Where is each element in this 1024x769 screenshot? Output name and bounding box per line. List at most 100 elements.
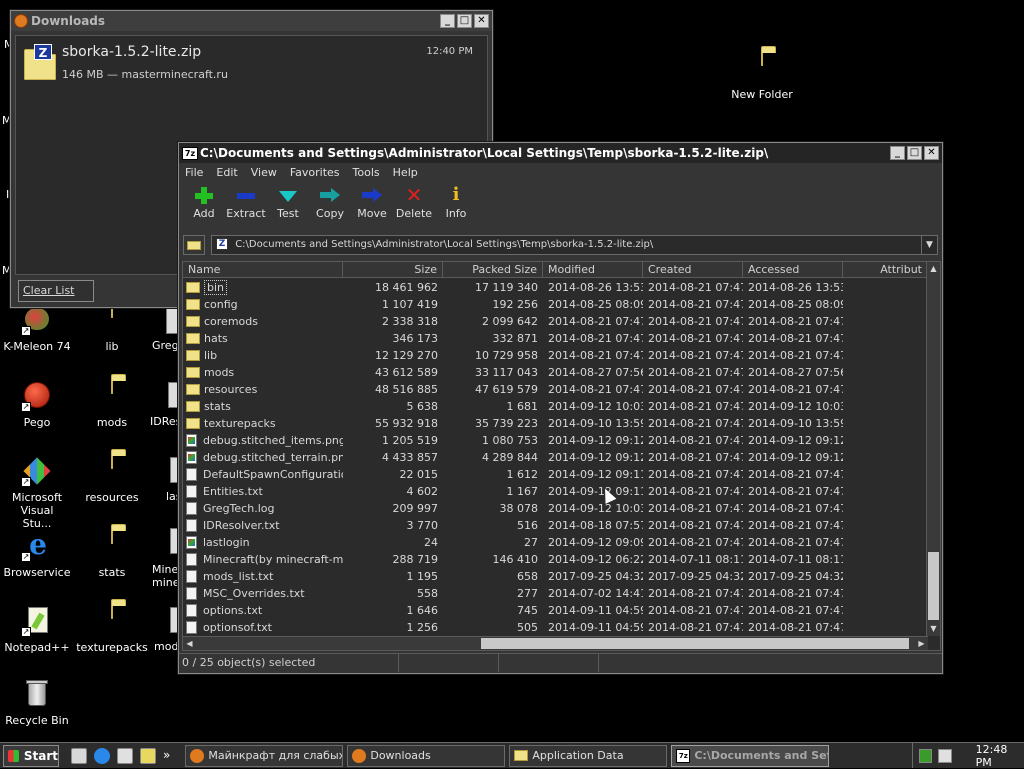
maximize-button[interactable]: □: [457, 14, 472, 28]
clear-list-button[interactable]: Clear List: [18, 280, 94, 302]
scrollbar-thumb[interactable]: [928, 552, 939, 620]
desktop-icon-new-folder[interactable]: New Folder: [725, 51, 799, 101]
task-button-browser[interactable]: Майнкрафт для слабых ...: [185, 744, 344, 767]
table-row[interactable]: options.txt 1 646 745 2014-09-11 04:59 2014-…: [183, 602, 928, 619]
table-row[interactable]: MSC_Overrides.txt 558 277 2014-07-02 14:41 2…: [183, 585, 928, 602]
close-button[interactable]: ✕: [474, 14, 489, 28]
menu-help[interactable]: Help: [393, 166, 418, 179]
table-row[interactable]: IDResolver.txt 3 770 516 2014-08-18 07:57 20…: [183, 517, 928, 534]
desktop-icon-k-meleon[interactable]: ↗ K-Meleon 74: [0, 304, 74, 353]
column-header-name[interactable]: Name: [183, 262, 343, 278]
table-row[interactable]: mods_list.txt 1 195 658 2017-09-25 04:32 201…: [183, 568, 928, 585]
address-field[interactable]: Z C:\Documents and Settings\Administrato…: [211, 235, 938, 255]
move-button[interactable]: Move: [351, 182, 393, 228]
sevenzip-titlebar[interactable]: 7z C:\Documents and Settings\Administrat…: [179, 143, 942, 163]
column-header-accessed[interactable]: Accessed: [743, 262, 843, 278]
scroll-left-arrow-icon[interactable]: ◀: [183, 637, 196, 650]
media-player-icon[interactable]: [117, 747, 133, 764]
maximize-button[interactable]: □: [907, 146, 922, 160]
messenger-icon[interactable]: [140, 747, 156, 764]
table-row[interactable]: stats 5 638 1 681 2014-09-12 10:03 2014-08-2…: [183, 398, 928, 415]
desktop-icon-notepad-plus-plus[interactable]: ↗ Notepad++: [0, 605, 74, 654]
table-row[interactable]: Minecraft(by minecraft-m... 288 719 146 41…: [183, 551, 928, 568]
scroll-up-arrow-icon[interactable]: ▲: [927, 262, 940, 276]
task-button-downloads[interactable]: Downloads: [347, 744, 506, 767]
window-title: Downloads: [31, 14, 106, 28]
column-header-size[interactable]: Size: [343, 262, 443, 278]
table-row[interactable]: mods 43 612 589 33 117 043 2014-08-27 07:56…: [183, 364, 928, 381]
test-button[interactable]: Test: [267, 182, 309, 228]
table-row[interactable]: DefaultSpawnConfiguratio... 22 015 1 612 20…: [183, 466, 928, 483]
desktop-icon-partial[interactable]: mods: [154, 605, 180, 655]
download-item[interactable]: Z sborka-1.5.2-lite.zip 146 MB — masterm…: [16, 36, 487, 88]
table-row[interactable]: resources 48 516 885 47 619 579 2014-08-21 …: [183, 381, 928, 398]
table-row[interactable]: lib 12 129 270 10 729 958 2014-08-21 07:47 2…: [183, 347, 928, 364]
tray-network-icon[interactable]: [938, 748, 952, 763]
toolbar: Add Extract Test Copy Move ✕ Delete i In…: [179, 182, 942, 228]
minimize-button[interactable]: _: [890, 146, 905, 160]
column-header-attributes[interactable]: Attribut: [843, 262, 928, 278]
copy-button[interactable]: Copy: [309, 182, 351, 228]
desktop-icon-stats[interactable]: stats: [75, 529, 149, 579]
table-row[interactable]: debug.stitched_terrain.png 4 433 857 4 289…: [183, 449, 928, 466]
downloads-titlebar[interactable]: Downloads _ □ ✕: [11, 11, 492, 31]
desktop-icon-lib[interactable]: lib: [75, 303, 149, 353]
info-button[interactable]: i Info: [435, 182, 477, 228]
desktop-icon-browservice[interactable]: e ↗ Browservice: [0, 530, 74, 580]
column-header-modified[interactable]: Modified: [543, 262, 643, 278]
cell-created: 2014-08-21 07:47: [648, 536, 743, 549]
close-button[interactable]: ✕: [924, 146, 939, 160]
menu-tools[interactable]: Tools: [353, 166, 380, 179]
cell-accessed: 2014-09-10 13:59: [748, 417, 843, 430]
vertical-scrollbar[interactable]: ▲ ▼: [926, 262, 940, 636]
desktop-icon-partial[interactable]: Greg: [152, 304, 180, 354]
table-row[interactable]: hats 346 173 332 871 2014-08-21 07:47 2014-0…: [183, 330, 928, 347]
table-row[interactable]: coremods 2 338 318 2 099 642 2014-08-21 07:…: [183, 313, 928, 330]
desktop-icon-partial[interactable]: IDRes: [150, 380, 180, 430]
extract-button[interactable]: Extract: [225, 182, 267, 228]
clock[interactable]: 12:48 PM: [976, 743, 1024, 769]
scroll-right-arrow-icon[interactable]: ▶: [915, 637, 928, 650]
task-button-7zip[interactable]: 7z C:\Documents and Set...: [671, 744, 830, 767]
menu-favorites[interactable]: Favorites: [290, 166, 340, 179]
horizontal-scrollbar[interactable]: ◀ ▶: [183, 636, 928, 650]
table-row[interactable]: optionsof.txt 1 256 505 2014-09-11 04:59 201…: [183, 619, 928, 636]
table-row[interactable]: Entities.txt 4 602 1 167 2014-09-12 09:11 20…: [183, 483, 928, 500]
sevenzip-window[interactable]: 7z C:\Documents and Settings\Administrat…: [178, 142, 943, 674]
column-header-packed-size[interactable]: Packed Size: [443, 262, 543, 278]
internet-explorer-icon[interactable]: [94, 747, 110, 764]
table-row[interactable]: texturepacks 55 932 918 35 739 223 2014-09-…: [183, 415, 928, 432]
desktop-icon-recycle-bin[interactable]: Recycle Bin: [0, 678, 74, 727]
table-row[interactable]: lastlogin 24 27 2014-09-12 09:09 2014-08-21 …: [183, 534, 928, 551]
scrollbar-thumb[interactable]: [481, 638, 909, 649]
desktop-icon-mods[interactable]: mods: [75, 379, 149, 429]
file-list[interactable]: Name Size Packed Size Modified Created A…: [182, 261, 941, 651]
desktop-icon-partial[interactable]: Mine minec: [152, 528, 180, 592]
start-button[interactable]: Start: [3, 744, 59, 767]
desktop-icon-texturepacks[interactable]: texturepacks: [75, 604, 149, 654]
menu-file[interactable]: File: [185, 166, 203, 179]
folder-up-button[interactable]: [183, 235, 205, 255]
menu-edit[interactable]: Edit: [216, 166, 237, 179]
desktop-icon-pego[interactable]: ↗ Pego: [0, 380, 74, 429]
desktop-icon-resources[interactable]: resources: [75, 454, 149, 504]
table-row[interactable]: debug.stitched_items.png 1 205 519 1 080 7…: [183, 432, 928, 449]
desktop-icon-label: stats: [98, 566, 126, 579]
delete-button[interactable]: ✕ Delete: [393, 182, 435, 228]
add-button[interactable]: Add: [183, 182, 225, 228]
table-row[interactable]: GregTech.log 209 997 38 078 2014-09-12 10:0…: [183, 500, 928, 517]
tray-app-icon[interactable]: [919, 748, 933, 763]
download-time: 12:40 PM: [426, 46, 473, 57]
cell-created: 2014-08-21 07:47: [648, 349, 743, 362]
table-row[interactable]: config 1 107 419 192 256 2014-08-25 08:09 20…: [183, 296, 928, 313]
table-row[interactable]: bin 18 461 962 17 119 340 2014-08-26 13:53 2…: [183, 279, 928, 296]
task-button-application-data[interactable]: Application Data: [509, 744, 668, 767]
show-desktop-icon[interactable]: [71, 747, 87, 764]
minimize-button[interactable]: _: [440, 14, 455, 28]
address-dropdown-button[interactable]: ▼: [921, 236, 937, 254]
scroll-down-arrow-icon[interactable]: ▼: [927, 622, 940, 636]
column-header-created[interactable]: Created: [643, 262, 743, 278]
quick-launch-more[interactable]: »: [163, 748, 170, 764]
menu-view[interactable]: View: [251, 166, 277, 179]
desktop-icon-visual-studio[interactable]: ↗ Microsoft Visual Stu...: [0, 455, 74, 530]
